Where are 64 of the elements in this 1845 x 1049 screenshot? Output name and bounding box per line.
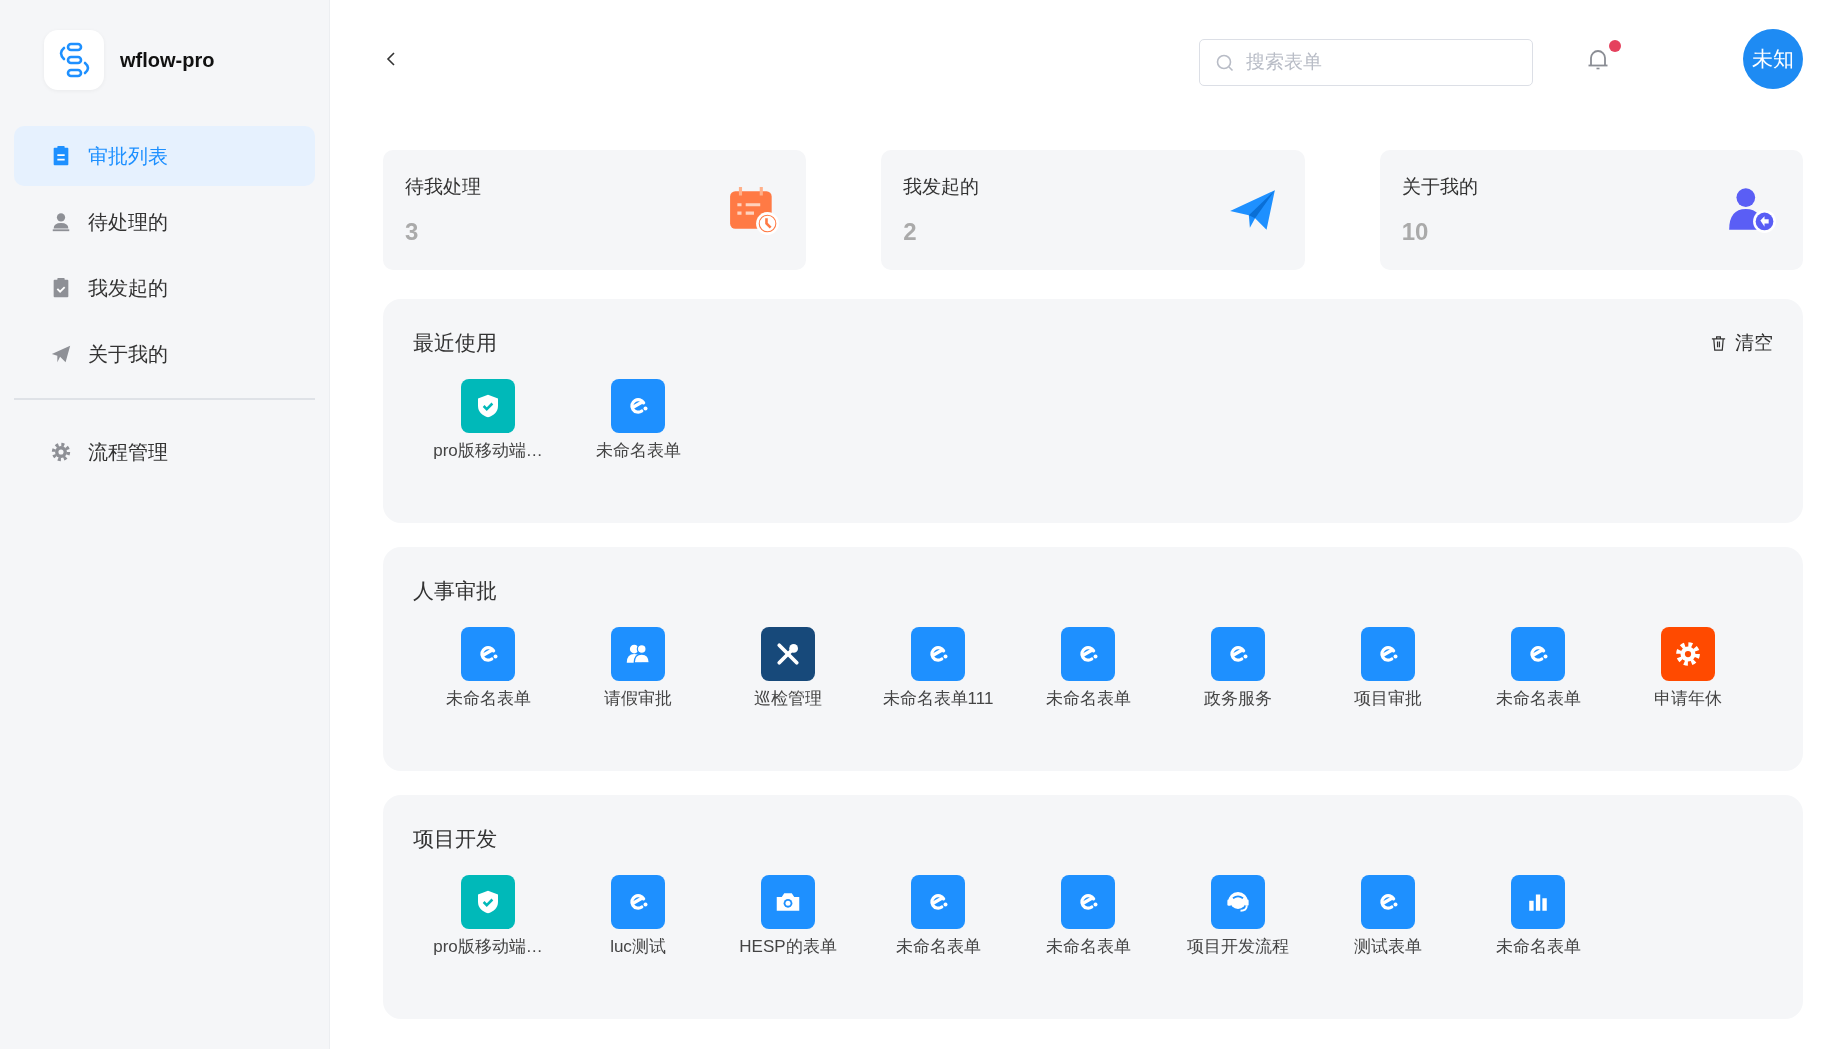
form-name[interactable]: 未命名表单 xyxy=(595,439,681,462)
form-name[interactable]: 项目审批 xyxy=(1354,687,1422,710)
form-name[interactable]: 未命名表单 xyxy=(1045,935,1131,958)
e-letter-icon[interactable] xyxy=(1061,627,1115,681)
stat-title: 关于我的 xyxy=(1401,175,1478,199)
shield-check-icon[interactable] xyxy=(461,875,515,929)
e-letter-icon[interactable] xyxy=(1211,627,1265,681)
section-title: 项目开发 xyxy=(413,826,497,852)
e-letter-icon[interactable] xyxy=(1061,875,1115,929)
settings-icon xyxy=(50,441,72,463)
trash-icon xyxy=(1710,334,1727,352)
e-letter-icon[interactable] xyxy=(911,627,965,681)
section-title: 人事审批 xyxy=(413,578,497,604)
stat-card[interactable]: 关于我的 10 xyxy=(1379,150,1803,270)
tools-icon[interactable] xyxy=(761,627,815,681)
form-name[interactable]: pro版移动端… xyxy=(433,935,543,958)
form-name[interactable]: luc测试 xyxy=(610,935,666,958)
form-name[interactable]: 未命名表单 xyxy=(1045,687,1131,710)
stat-card[interactable]: 待我处理 3 xyxy=(383,150,807,270)
calendar-clock-icon xyxy=(728,184,781,236)
stat-count: 10 xyxy=(1401,218,1430,246)
form-name[interactable]: pro版移动端… xyxy=(433,439,543,462)
form-name[interactable]: 请假审批 xyxy=(604,687,672,710)
paper-plane-icon xyxy=(50,343,72,365)
sidebar-item[interactable]: 我发起的 xyxy=(14,258,315,318)
search-icon xyxy=(1215,52,1235,73)
form-name[interactable]: 未命名表单 xyxy=(895,935,981,958)
bar-chart-icon[interactable] xyxy=(1511,875,1565,929)
e-letter-icon[interactable] xyxy=(461,627,515,681)
stat-card[interactable]: 我发起的 2 xyxy=(881,150,1305,270)
app-logo-icon xyxy=(44,30,104,90)
form-name[interactable]: 未命名表单111 xyxy=(882,687,994,710)
headset-icon[interactable] xyxy=(1211,875,1265,929)
form-name[interactable]: 未命名表单 xyxy=(1495,687,1581,710)
form-name[interactable]: 未命名表单 xyxy=(1495,935,1581,958)
e-letter-icon[interactable] xyxy=(911,875,965,929)
stat-title: 待我处理 xyxy=(405,175,481,199)
form-name[interactable]: 测试表单 xyxy=(1354,935,1422,958)
sidebar-item[interactable]: 关于我的 xyxy=(14,324,315,384)
sidebar-item[interactable]: 待处理的 xyxy=(14,192,315,252)
app-name: wflow-pro xyxy=(120,48,215,72)
search-field[interactable]: 搜索表单 xyxy=(1199,38,1533,86)
form-name[interactable]: 项目开发流程 xyxy=(1187,935,1289,958)
stat-title: 我发起的 xyxy=(903,175,980,199)
shield-check-icon[interactable] xyxy=(461,379,515,433)
form-name[interactable]: 政务服务 xyxy=(1204,687,1272,710)
e-letter-icon[interactable] xyxy=(1511,627,1565,681)
form-name[interactable]: 未命名表单 xyxy=(445,687,531,710)
form-name[interactable]: 巡检管理 xyxy=(754,687,822,710)
stat-count: 3 xyxy=(405,218,420,246)
clear-button[interactable]: 清空 xyxy=(1710,330,1773,356)
form-name[interactable]: 申请年休 xyxy=(1654,687,1722,710)
stat-count: 2 xyxy=(903,218,918,246)
people-icon[interactable] xyxy=(611,627,665,681)
e-letter-icon[interactable] xyxy=(1361,627,1415,681)
sidebar-item[interactable]: 流程管理 xyxy=(14,422,315,482)
form-name[interactable]: HESP的表单 xyxy=(739,935,837,958)
e-letter-icon[interactable] xyxy=(1361,875,1415,929)
user-icon xyxy=(50,211,72,233)
e-letter-icon[interactable] xyxy=(611,379,665,433)
camera-icon[interactable] xyxy=(761,875,815,929)
section-title: 最近使用 xyxy=(413,330,497,356)
e-letter-icon[interactable] xyxy=(611,875,665,929)
gear-icon[interactable] xyxy=(1661,627,1715,681)
